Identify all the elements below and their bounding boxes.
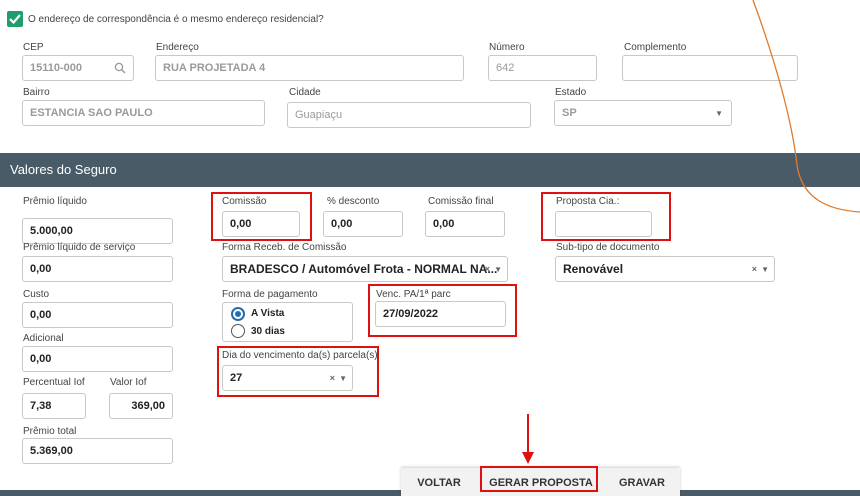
highlight-gerar-proposta (480, 466, 598, 492)
gravar-button[interactable]: GRAVAR (611, 472, 673, 494)
annotation-arrow (522, 414, 534, 464)
voltar-button[interactable]: VOLTAR (408, 472, 470, 494)
annotation-curve (752, 0, 860, 213)
